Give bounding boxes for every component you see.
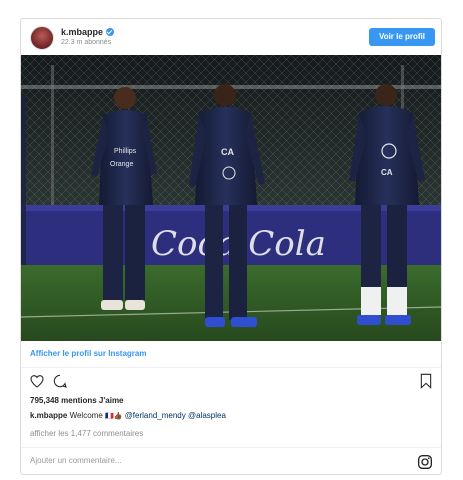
svg-text:Orange: Orange [110,161,133,168]
followers-count: 22.3 m abonnés [61,39,112,46]
caption: k.mbappe Welcome 🇫🇷👍🏾 @ferland_mendy @al… [30,411,226,420]
comment-bar [21,447,441,474]
post-header: k.mbappe 22.3 m abonnés Voir le profil [21,19,441,55]
svg-text:Phillips: Phillips [114,148,137,155]
likes-count: 795,348 mentions J'aime [30,396,124,405]
instagram-embed-card: k.mbappe 22.3 m abonnés Voir le profil P… [20,18,442,475]
training-photo-illustration: Coca-Cola Phillips Orange [21,55,441,341]
verified-icon [106,28,115,36]
svg-text:CA: CA [221,147,234,157]
comment-input[interactable] [30,456,330,465]
view-profile-row[interactable]: Afficher le profil sur Instagram [21,341,441,368]
view-profile-link[interactable]: Afficher le profil sur Instagram [30,349,146,358]
bookmark-icon[interactable] [419,373,433,389]
post-photo[interactable]: Coca-Cola Phillips Orange [21,55,441,341]
view-profile-button[interactable]: Voir le profil [369,28,435,46]
mention-alasplea[interactable]: @alasplea [188,411,226,420]
caption-username[interactable]: k.mbappe [30,411,67,420]
page-top-cutoff-text [0,0,463,8]
username-row[interactable]: k.mbappe [61,27,115,37]
comment-icon[interactable] [52,373,68,389]
mention-ferland-mendy[interactable]: @ferland_mendy [125,411,186,420]
action-bar [21,371,441,393]
caption-emoji: 🇫🇷👍🏾 [105,413,123,420]
username[interactable]: k.mbappe [61,27,103,37]
view-comments-link[interactable]: afficher les 1,477 commentaires [30,429,143,438]
caption-text: Welcome [69,411,103,420]
instagram-icon[interactable] [417,454,433,470]
heart-icon[interactable] [29,373,45,389]
svg-text:CA: CA [381,168,393,177]
avatar[interactable] [30,26,54,50]
